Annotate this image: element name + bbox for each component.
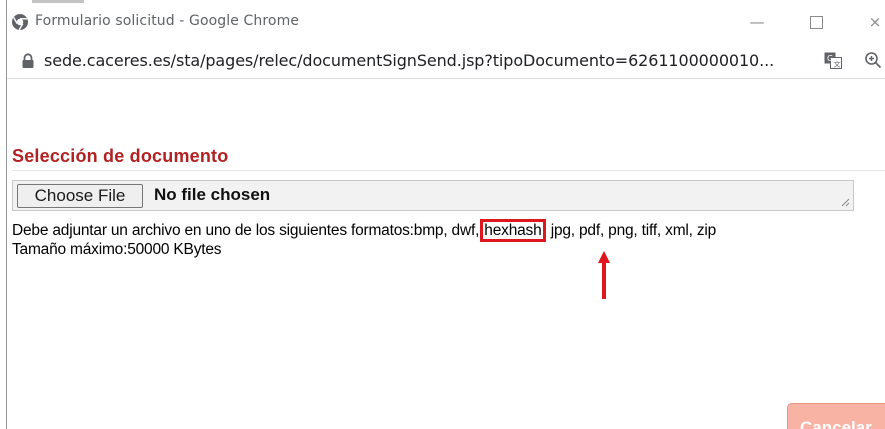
svg-text:文: 文 [834, 60, 841, 69]
resize-grip-icon[interactable] [841, 198, 850, 207]
zoom-icon[interactable] [864, 51, 882, 69]
file-status: No file chosen [154, 185, 271, 204]
page-content: Selección de documento Choose File No fi… [7, 79, 885, 429]
file-input[interactable]: Choose File No file chosen [12, 180, 854, 211]
cancel-button[interactable]: Cancelar [787, 403, 885, 429]
maximize-icon [809, 16, 823, 29]
url-text[interactable]: sede.caceres.es/sta/pages/relec/document… [44, 51, 774, 70]
window-title: Formulario solicitud - Google Chrome [35, 13, 300, 29]
highlighted-format: hexhash [480, 219, 546, 242]
minimize-button[interactable]: — [745, 10, 769, 34]
title-bar: Formulario solicitud - Google Chrome — × [7, 0, 885, 45]
close-button[interactable]: × [863, 10, 885, 34]
max-size-text: Tamaño máximo:50000 KBytes [12, 241, 222, 258]
chrome-icon [12, 14, 28, 31]
choose-file-button[interactable]: Choose File [17, 184, 143, 208]
lock-icon[interactable] [21, 53, 35, 69]
divider [12, 170, 885, 171]
maximize-button[interactable] [804, 10, 828, 34]
annotation-arrow-icon [598, 251, 610, 299]
formats-prefix: Debe adjuntar un archivo en uno de los s… [12, 222, 484, 239]
browser-window: Formulario solicitud - Google Chrome — ×… [0, 0, 885, 429]
allowed-formats-text: Debe adjuntar un archivo en uno de los s… [12, 219, 717, 242]
address-bar[interactable]: sede.caceres.es/sta/pages/relec/document… [7, 44, 885, 79]
svg-text:G: G [827, 54, 833, 63]
translate-icon[interactable]: G 文 [824, 52, 842, 69]
section-title: Selección de documento [12, 146, 229, 166]
formats-suffix: , jpg, pdf, png, tiff, xml, zip [542, 222, 717, 239]
taskbar-strip [32, 0, 84, 3]
